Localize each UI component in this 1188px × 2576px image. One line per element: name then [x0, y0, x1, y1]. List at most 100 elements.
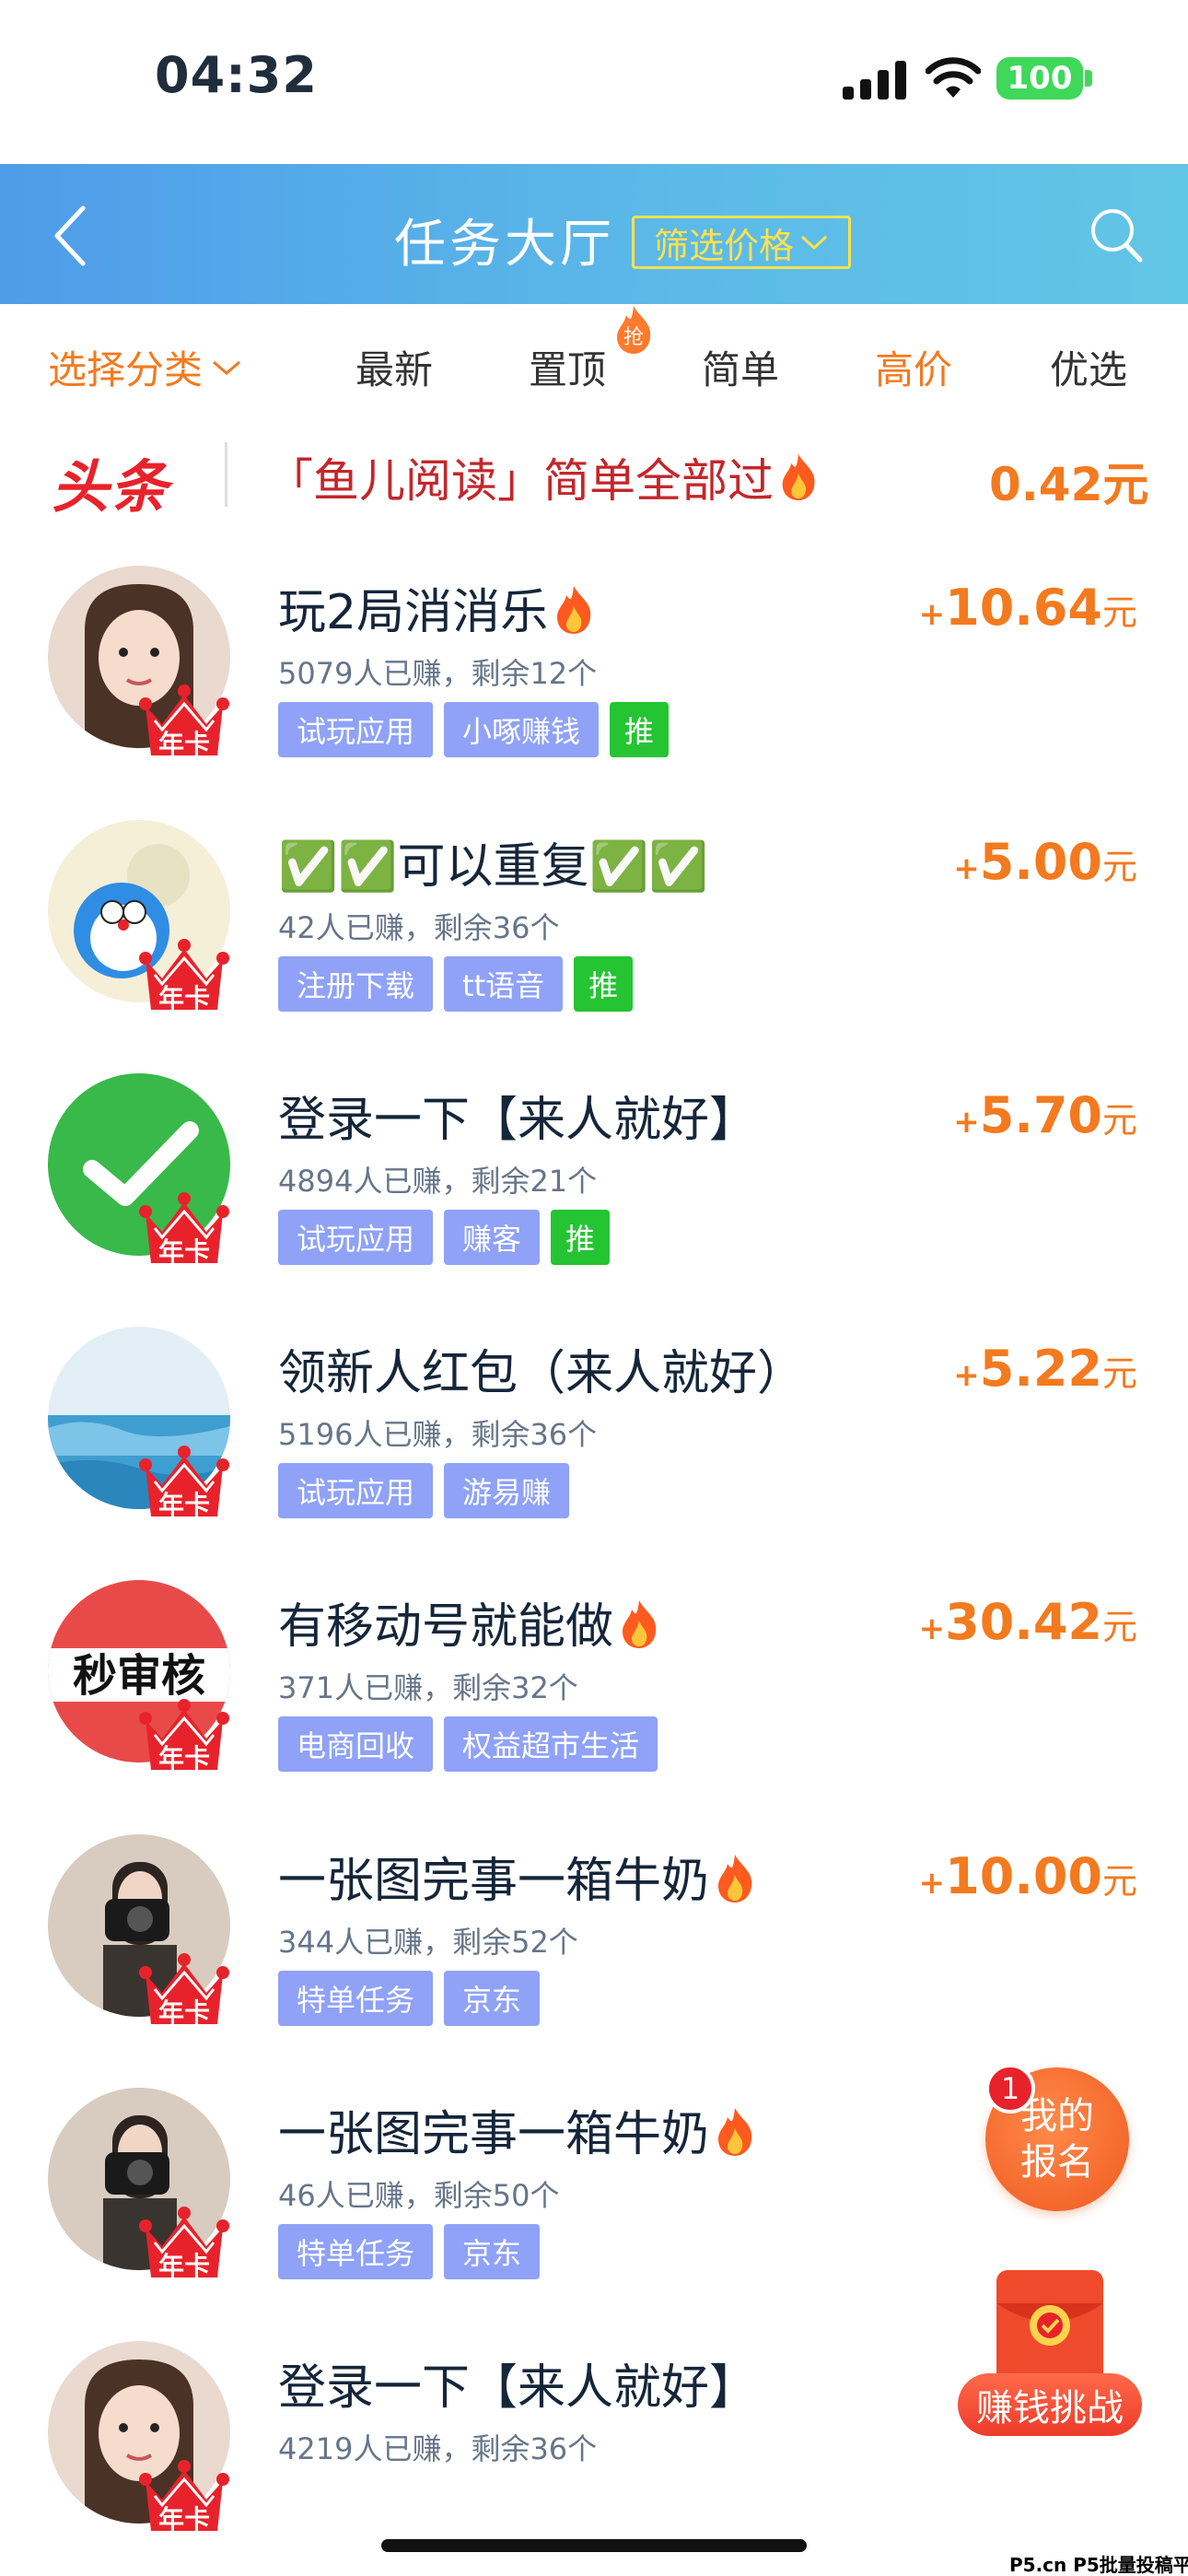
- task-tag: 京东: [444, 2224, 541, 2279]
- recommended-tag: 推: [551, 1210, 611, 1265]
- reward-plus: +: [953, 1357, 980, 1394]
- task-tags: 注册下载 tt语音推: [278, 956, 634, 1012]
- tab-featured[interactable]: 优选: [1050, 339, 1127, 395]
- filter-price-button[interactable]: 筛选价格: [632, 216, 851, 269]
- tab-high-price[interactable]: 高价: [875, 339, 952, 395]
- tab-select-category[interactable]: 选择分类: [48, 339, 243, 395]
- reward-amount: 10.00: [945, 1847, 1102, 1905]
- task-tag: 特单任务: [278, 1971, 434, 2026]
- task-tag: 试玩应用: [278, 1210, 434, 1265]
- task-title: 玩2局消消乐: [278, 573, 600, 642]
- task-stats: 46人已赚，剩余50个: [278, 2178, 560, 2213]
- annual-card-crown-icon: 年卡: [138, 1947, 230, 2030]
- task-title-text: ✅✅可以重复✅✅: [278, 839, 708, 895]
- reward-plus: +: [953, 850, 980, 887]
- task-title: 有移动号就能做: [278, 1587, 665, 1657]
- reward-unit: 元: [1101, 1353, 1137, 1394]
- earn-challenge-button[interactable]: 赚钱挑战: [958, 2266, 1142, 2451]
- tab-simple[interactable]: 简单: [702, 339, 779, 395]
- annual-card-crown-icon: 年卡: [138, 1439, 230, 1522]
- reward-amount: 30.42: [945, 1593, 1102, 1651]
- signup-count-badge: 1: [985, 2064, 1035, 2113]
- fire-icon: [782, 453, 815, 501]
- status-bar: 04:32 100: [0, 0, 1188, 164]
- tab-category-label: 选择分类: [48, 347, 204, 392]
- task-stats: 4894人已赚，剩余21个: [278, 1164, 598, 1199]
- earn-challenge-label: 赚钱挑战: [958, 2373, 1142, 2436]
- reward-amount: 10.64: [945, 579, 1102, 637]
- task-stats: 344人已赚，剩余52个: [278, 1925, 578, 1960]
- recommended-tag: 推: [610, 702, 670, 757]
- task-row[interactable]: 年卡 一张图完事一箱牛奶 344人已赚，剩余52个特单任务 京东 +10.00元: [0, 1834, 1188, 2088]
- task-row[interactable]: 秒审核 年卡 有移动号就能做 371人已赚，剩余32个 电商回收 权益超市生活 +30.42…: [0, 1580, 1188, 1833]
- chevron-down-icon: [800, 235, 828, 251]
- annual-card-label: 年卡: [157, 729, 210, 759]
- task-title-text: 一张图完事一箱牛奶: [278, 1854, 710, 1909]
- task-tags: 特单任务 京东: [278, 2224, 541, 2279]
- fire-icon: [718, 2108, 752, 2156]
- task-reward: +5.70元: [953, 1086, 1137, 1144]
- back-arrow-icon[interactable]: [48, 203, 92, 269]
- annual-card-crown-icon: 年卡: [138, 932, 230, 1015]
- annual-card-crown-icon: 年卡: [138, 2453, 230, 2536]
- reward-plus: +: [918, 1865, 946, 1902]
- task-hall-screen: 04:32 100 任务大厅 筛选价格 选择分类 最新 置顶 抢 简单 高价 优…: [0, 0, 1188, 2576]
- headline-reward: 0.42元: [989, 458, 1149, 511]
- task-tag: 赚客: [444, 1210, 541, 1265]
- task-row[interactable]: 年卡 领新人红包（来人就好） 5196人已赚，剩余36个试玩应用 游易赚 +5.22元: [0, 1327, 1188, 1580]
- search-icon[interactable]: [1089, 206, 1144, 265]
- task-title: 登录一下【来人就好】: [278, 1081, 757, 1150]
- task-tag: 注册下载: [278, 956, 434, 1012]
- task-tag: tt语音: [444, 956, 564, 1012]
- headline-text: 「鱼儿阅读」简单全部过: [267, 444, 823, 510]
- tab-pinned[interactable]: 置顶: [529, 339, 606, 395]
- task-title-text: 登录一下【来人就好】: [278, 2360, 758, 2416]
- task-tags: 试玩应用 小啄赚钱推: [278, 702, 670, 757]
- task-row[interactable]: 年卡 登录一下【来人就好】 4894人已赚，剩余21个 试玩应用 赚客推 +5.70元: [0, 1073, 1188, 1327]
- tab-latest[interactable]: 最新: [355, 339, 433, 395]
- status-time: 04:32: [155, 46, 318, 104]
- battery-tip: [1085, 70, 1092, 87]
- headline-banner[interactable]: 头条 「鱼儿阅读」简单全部过 0.42元: [0, 424, 1188, 525]
- reward-plus: +: [918, 1610, 946, 1647]
- annual-card-label: 年卡: [157, 2504, 210, 2535]
- task-tag: 特单任务: [278, 2224, 434, 2279]
- task-stats: 371人已赚，剩余32个: [278, 1670, 578, 1705]
- task-tags: 试玩应用 游易赚: [278, 1463, 570, 1518]
- watermark-text: P5.cn P5批量投稿平台: [1009, 2554, 1188, 2576]
- task-reward: +5.22元: [953, 1340, 1137, 1398]
- reward-plus: +: [953, 1104, 980, 1141]
- task-reward: +10.00元: [919, 1847, 1137, 1905]
- home-indicator[interactable]: [381, 2539, 807, 2552]
- headline-logo: 头条: [52, 453, 170, 521]
- task-row[interactable]: 年卡 ✅✅可以重复✅✅ 42人已赚，剩余36个 注册下载 tt语音推 +5.00元: [0, 820, 1188, 1073]
- task-reward: +10.64元: [919, 579, 1137, 637]
- reward-unit: 元: [1101, 1607, 1137, 1647]
- task-title-text: 一张图完事一箱牛奶: [278, 2107, 710, 2162]
- annual-card-crown-icon: 年卡: [138, 678, 230, 761]
- task-title: 一张图完事一箱牛奶: [278, 2095, 761, 2164]
- task-title-text: 登录一下【来人就好】: [278, 1093, 758, 1148]
- task-title: ✅✅可以重复✅✅: [278, 827, 708, 896]
- reward-unit: 元: [1101, 1100, 1137, 1141]
- task-tag: 京东: [444, 1971, 541, 2026]
- fire-icon: [623, 1600, 657, 1648]
- task-title: 领新人红包（来人就好）: [278, 1334, 805, 1403]
- task-title: 一张图完事一箱牛奶: [278, 1842, 761, 1911]
- task-reward: +30.42元: [919, 1593, 1137, 1651]
- signup-label-line2: 报名: [1020, 2141, 1094, 2184]
- task-tag: 游易赚: [444, 1463, 570, 1518]
- task-tag: 试玩应用: [278, 1463, 434, 1518]
- task-title-text: 玩2局消消乐: [278, 585, 549, 640]
- annual-card-label: 年卡: [157, 1997, 210, 2028]
- task-row[interactable]: 年卡 玩2局消消乐 5079人已赚，剩余12个 试玩应用 小啄赚钱推 +10.64元: [0, 566, 1188, 819]
- task-stats: 5196人已赚，剩余36个: [278, 1417, 598, 1452]
- annual-card-crown-icon: 年卡: [138, 2200, 230, 2283]
- task-tags: 试玩应用 赚客推: [278, 1210, 611, 1265]
- page-title: 任务大厅: [394, 215, 615, 275]
- grab-badge-label: 抢: [623, 326, 644, 349]
- grab-badge: 抢: [608, 304, 659, 356]
- filter-tabs: 选择分类 最新 置顶 抢 简单 高价 优选: [0, 304, 1188, 415]
- task-tag: 电商回收: [278, 1716, 434, 1772]
- recommended-tag: 推: [574, 956, 634, 1012]
